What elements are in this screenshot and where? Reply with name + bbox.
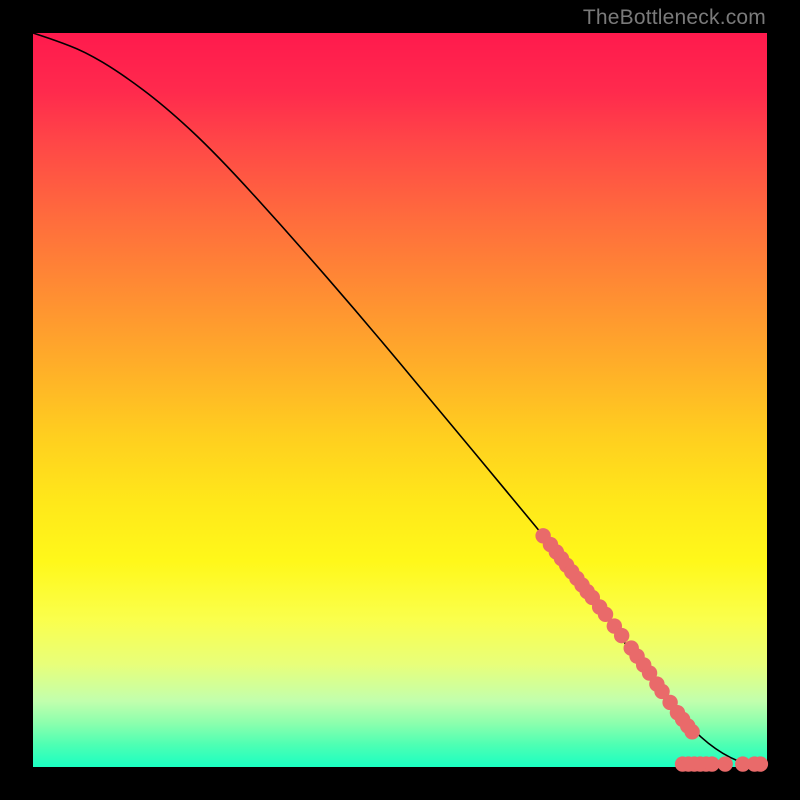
curve-line [33, 33, 767, 767]
data-marker [704, 756, 719, 771]
outer-frame: TheBottleneck.com [0, 0, 800, 800]
chart-overlay [33, 33, 767, 767]
data-marker [753, 756, 768, 771]
data-marker [717, 756, 732, 771]
markers-group [535, 528, 768, 772]
data-marker [614, 628, 629, 643]
data-marker [684, 724, 699, 739]
watermark-text: TheBottleneck.com [583, 6, 766, 30]
